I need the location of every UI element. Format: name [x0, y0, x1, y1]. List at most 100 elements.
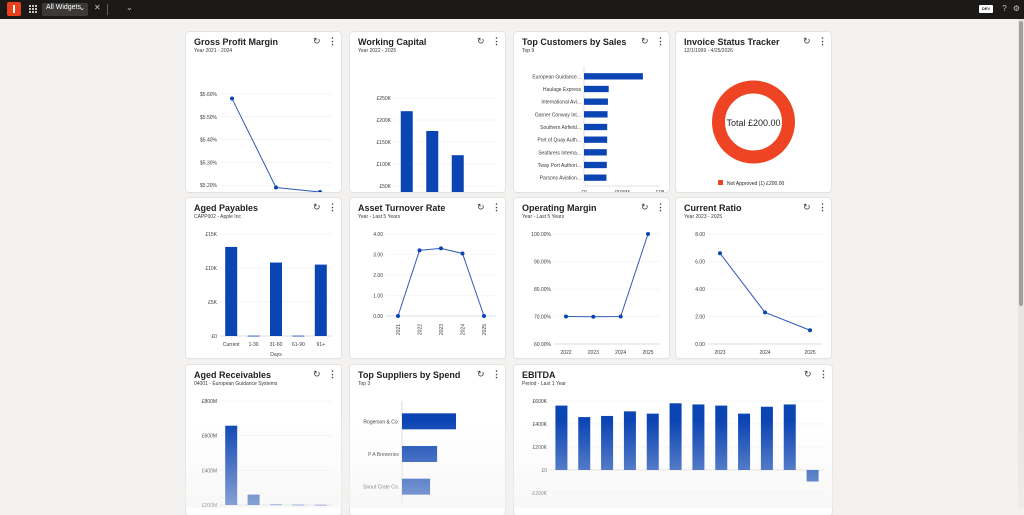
y-tick-label: £200K	[533, 445, 548, 451]
x-tick-label: 2023	[714, 350, 725, 356]
scrollbar[interactable]	[1018, 19, 1024, 508]
x-tick-label: 2025	[804, 350, 815, 356]
data-point	[808, 328, 812, 333]
y-tick-label: European Guidance...	[532, 74, 581, 80]
y-tick-label: 0.00	[373, 314, 383, 320]
bar	[692, 404, 705, 470]
workspace-tab[interactable]: All Widgets ⌄	[42, 3, 88, 16]
bar	[584, 161, 607, 169]
series-line	[719, 252, 811, 331]
bar	[646, 413, 659, 470]
x-tick-label: 2023	[439, 324, 445, 335]
top-customers-card: Top Customers by Sales Top 9 ↻ ⋮ European Gu…	[514, 32, 669, 192]
aged-receivables-card: Aged Receivables 04001 - European Guidanc…	[186, 365, 341, 515]
data-point	[274, 185, 278, 190]
bar	[584, 85, 609, 93]
settings-icon[interactable]: ⚙	[1012, 4, 1021, 13]
y-tick-label: 2.00	[373, 273, 383, 279]
y-tick-label: 90.00%	[534, 260, 552, 266]
y-tick-label: Parsons Aviation...	[540, 176, 581, 182]
bar	[738, 413, 751, 470]
y-tick-label: Haulage Express	[543, 87, 582, 93]
app-grid-icon[interactable]	[29, 5, 38, 14]
bar	[225, 425, 238, 505]
x-tick-label: 2022	[560, 350, 571, 356]
y-tick-label: International Avi...	[541, 100, 581, 106]
current-ratio-card: Current Ratio Year 2023 - 2025 ↻ ⋮ 0.00 2.00 4…	[676, 198, 831, 358]
x-tick-label: 61-90	[292, 342, 305, 348]
y-tick-label: 3.00	[373, 253, 383, 259]
data-point	[318, 190, 322, 192]
bar	[402, 478, 431, 495]
y-tick-label: Port of Quay Auth...	[537, 138, 581, 144]
close-icon[interactable]: ✕	[94, 3, 101, 12]
y-tick-label: 80.00%	[534, 287, 552, 293]
y-tick-label: 8.00	[695, 232, 705, 238]
bar	[584, 149, 607, 156]
y-tick-label: 1.00	[373, 294, 383, 300]
y-tick-label: $5.20%	[200, 183, 218, 189]
legend-swatch	[718, 180, 723, 185]
bar	[783, 404, 796, 470]
bar	[247, 335, 260, 337]
invoice-status-card: Invoice Status Tracker 12/1/1999 - 4/25/2…	[676, 32, 831, 192]
y-tick-label: 2.00	[695, 315, 705, 321]
y-tick-label: £600K	[533, 399, 548, 405]
bar	[451, 155, 464, 192]
y-tick-label: £400K	[533, 422, 548, 428]
bar	[584, 73, 643, 80]
aged-receivables-chart: £200M £400M £600M £800M	[202, 399, 332, 509]
chevron-down-icon[interactable]: ⌄	[126, 3, 133, 12]
y-tick-label: £50K	[379, 184, 391, 190]
y-tick-label: £5K	[208, 300, 218, 306]
y-tick-label: £200M	[202, 503, 217, 509]
invoice-status-chart: Total £200.00 Not Approved (1) £200.00	[712, 80, 795, 187]
y-tick-label: 70.00%	[534, 315, 552, 321]
data-point	[564, 314, 568, 319]
ebitda-chart: -£200K £0 £200K £400K £600K	[531, 399, 824, 497]
x-tick-label: 91+	[317, 342, 326, 348]
data-point	[439, 246, 443, 251]
x-tick-label: 2024	[759, 350, 770, 356]
legend-label: Not Approved (1) £200.00	[727, 181, 784, 187]
y-tick-label: £10K	[205, 266, 217, 272]
y-tick-label: £600M	[202, 434, 217, 440]
working-capital-card: Working CapitalYear 2022 - 2025↻⋮0£50K£1…	[350, 32, 505, 192]
y-tick-label: 6.00	[695, 260, 705, 266]
y-tick-label: $5.50%	[200, 115, 218, 121]
y-tick-label: Snout Crate Co.	[363, 485, 399, 491]
bar	[400, 111, 413, 192]
data-point	[591, 314, 596, 319]
data-point	[718, 251, 722, 256]
bar	[584, 174, 607, 181]
bar	[760, 406, 773, 470]
x-tick-label: 2022	[418, 324, 424, 335]
x-tick-label: 2023	[588, 350, 599, 356]
y-tick-label: P A Breweries	[368, 452, 400, 458]
gross-profit-margin-card: Gross Profit Margin Year 2021 - 2024 ↻ ⋮ $5.…	[186, 32, 341, 192]
current-ratio-chart: 0.00 2.00 4.00 6.00 8.00 2023 2024 2025	[695, 232, 822, 356]
bar	[225, 246, 238, 336]
y-tick-label: $5.40%	[200, 138, 218, 144]
chevron-down-icon[interactable]: ⌄	[79, 4, 85, 12]
top-suppliers-card: Top Suppliers by Spend Top 3 ↻ ⋮ Rogerson & …	[350, 365, 505, 515]
app-logo[interactable]	[7, 2, 21, 16]
bar	[402, 446, 438, 462]
x-tick-label: 2024	[615, 350, 626, 356]
data-point	[646, 232, 650, 236]
bottom-fade	[0, 420, 1024, 508]
y-tick-label: 60.00%	[534, 342, 552, 348]
data-point	[460, 251, 465, 256]
y-tick-label: £15K	[205, 232, 217, 238]
asset-turnover-chart: 0.00 1.00 2.00 3.00 4.00 2021 2022 2023 2024 2025	[373, 232, 496, 335]
scrollbar-thumb[interactable]	[1019, 21, 1023, 306]
working-capital-chart: 0£50K£100K£150K£200K£250K202220232024202…	[377, 96, 496, 192]
bar	[270, 504, 282, 506]
help-icon[interactable]: ?	[1000, 4, 1009, 13]
y-tick-label: 0.00	[695, 342, 705, 348]
bar	[292, 504, 305, 506]
user-badge[interactable]: DEV	[979, 5, 993, 13]
y-tick-label: £400M	[202, 468, 217, 474]
x-tick-label: 31-60	[270, 342, 283, 348]
bar	[426, 131, 439, 192]
